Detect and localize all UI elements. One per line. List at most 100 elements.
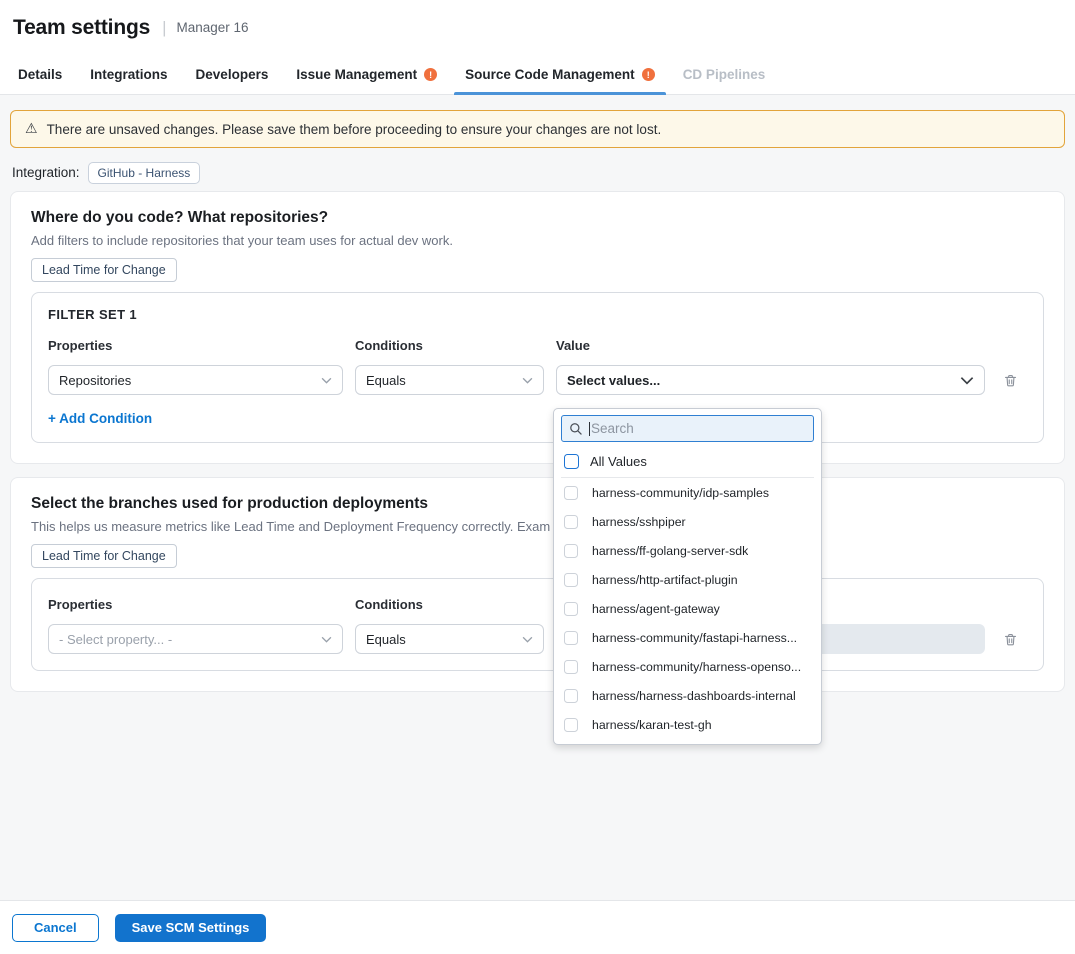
dropdown-option[interactable]: harness-community/harness-openso... [561, 652, 814, 681]
conditions-select-value: Equals [366, 373, 522, 388]
section-subtitle: Add filters to include repositories that… [31, 233, 1044, 248]
footer-bar: Cancel Save SCM Settings [0, 900, 1075, 954]
cancel-button[interactable]: Cancel [12, 914, 99, 942]
conditions-select-value: Equals [366, 632, 522, 647]
dropdown-option[interactable]: harness/agent-gateway [561, 594, 814, 623]
search-icon [569, 422, 583, 436]
banner-text: There are unsaved changes. Please save t… [47, 122, 662, 137]
integration-chip[interactable]: GitHub - Harness [88, 162, 201, 184]
save-scm-settings-button[interactable]: Save SCM Settings [115, 914, 267, 942]
search-input[interactable] [591, 421, 806, 436]
properties-column-label: Properties [48, 597, 343, 612]
dropdown-option[interactable]: harness/http-artifact-plugin [561, 565, 814, 594]
filter-set-box: Properties Conditions - Select property.… [31, 578, 1044, 671]
tab[interactable]: Issue Management ! [282, 55, 451, 94]
tab-label: Integrations [90, 67, 167, 82]
value-dropdown-panel: All Values harness-community/idp-samples… [553, 408, 822, 745]
dropdown-search-box[interactable] [561, 415, 814, 442]
option-checkbox[interactable] [564, 486, 578, 500]
dropdown-option-label: harness/harness-dashboards-internal [592, 689, 796, 703]
all-values-label: All Values [590, 454, 647, 469]
chevron-down-icon [321, 636, 332, 643]
select-all-option[interactable]: All Values [561, 446, 814, 478]
option-checkbox[interactable] [564, 515, 578, 529]
trash-icon [1003, 632, 1018, 647]
tab-label: Details [18, 67, 62, 82]
dropdown-option-label: harness/sshpiper [592, 515, 686, 529]
alert-badge-icon: ! [424, 68, 437, 81]
tab[interactable]: Source Code Management ! [451, 55, 669, 94]
tab[interactable]: Integrations [76, 55, 181, 94]
tab[interactable]: CD Pipelines [669, 55, 780, 94]
dropdown-option-label: harness/agent-gateway [592, 602, 720, 616]
lead-time-chip: Lead Time for Change [31, 258, 177, 282]
dropdown-option[interactable]: harness/... [561, 739, 814, 745]
filter-set-label: FILTER SET 1 [48, 307, 1027, 322]
properties-select[interactable]: - Select property... - [48, 624, 343, 654]
dropdown-option[interactable]: harness/sshpiper [561, 507, 814, 536]
all-values-checkbox[interactable] [564, 454, 579, 469]
unsaved-changes-banner: ⚠ There are unsaved changes. Please save… [10, 110, 1065, 148]
section-subtitle: This helps us measure metrics like Lead … [31, 519, 551, 534]
properties-select[interactable]: Repositories [48, 365, 343, 395]
integration-row: Integration: GitHub - Harness [12, 161, 1063, 184]
tab[interactable]: Developers [182, 55, 283, 94]
dropdown-option-label: harness/ff-golang-server-sdk [592, 544, 748, 558]
tab-label: CD Pipelines [683, 67, 766, 82]
conditions-select[interactable]: Equals [355, 624, 544, 654]
lead-time-chip: Lead Time for Change [31, 544, 177, 568]
text-caret [589, 422, 590, 436]
tab-label: Source Code Management [465, 67, 635, 82]
conditions-column-label: Conditions [355, 597, 544, 612]
option-checkbox[interactable] [564, 631, 578, 645]
chevron-down-icon [522, 377, 533, 384]
properties-select-placeholder: - Select property... - [59, 632, 321, 647]
option-checkbox[interactable] [564, 718, 578, 732]
dropdown-option-label: harness/karan-test-gh [592, 718, 712, 732]
properties-column-label: Properties [48, 338, 343, 353]
tab-bar: Details Integrations Developers Issue Ma… [0, 55, 1075, 95]
trash-icon [1003, 373, 1018, 388]
dropdown-options-list: harness-community/idp-samples harness/ss… [561, 478, 814, 745]
page-subtitle: Manager 16 [176, 20, 248, 35]
warning-icon: ⚠ [25, 121, 38, 137]
page-header: Team settings | Manager 16 [0, 0, 1075, 55]
dropdown-option-label: harness-community/fastapi-harness... [592, 631, 797, 645]
option-checkbox[interactable] [564, 602, 578, 616]
tab-label: Issue Management [296, 67, 417, 82]
dropdown-option[interactable]: harness/karan-test-gh [561, 710, 814, 739]
tab[interactable]: Details [4, 55, 76, 94]
dropdown-option-label: harness-community/idp-samples [592, 486, 769, 500]
option-checkbox[interactable] [564, 660, 578, 674]
section-title: Select the branches used for production … [31, 495, 1044, 513]
properties-select-value: Repositories [59, 373, 321, 388]
section-title: Where do you code? What repositories? [31, 209, 1044, 227]
dropdown-option[interactable]: harness-community/fastapi-harness... [561, 623, 814, 652]
conditions-column-label: Conditions [355, 338, 544, 353]
value-select-placeholder: Select values... [567, 373, 960, 388]
option-checkbox[interactable] [564, 573, 578, 587]
filter-set-box: FILTER SET 1 Properties Conditions Value… [31, 292, 1044, 443]
chevron-down-icon [321, 377, 332, 384]
title-separator: | [162, 18, 166, 38]
delete-filter-button[interactable] [997, 367, 1023, 393]
option-checkbox[interactable] [564, 689, 578, 703]
chevron-down-icon [960, 376, 974, 385]
conditions-select[interactable]: Equals [355, 365, 544, 395]
value-column-label: Value [556, 338, 985, 353]
add-condition-button[interactable]: + Add Condition [48, 411, 152, 426]
page-title: Team settings [13, 16, 150, 40]
dropdown-option[interactable]: harness/harness-dashboards-internal [561, 681, 814, 710]
dropdown-option-label: harness/http-artifact-plugin [592, 573, 738, 587]
option-checkbox[interactable] [564, 544, 578, 558]
repositories-section-card: Where do you code? What repositories? Ad… [10, 191, 1065, 464]
delete-filter-button[interactable] [997, 626, 1023, 652]
integration-label: Integration: [12, 165, 80, 180]
dropdown-option[interactable]: harness/ff-golang-server-sdk [561, 536, 814, 565]
value-multiselect[interactable]: Select values... [556, 365, 985, 395]
dropdown-option-label: harness-community/harness-openso... [592, 660, 801, 674]
tab-label: Developers [196, 67, 269, 82]
chevron-down-icon [522, 636, 533, 643]
branches-section-card: Select the branches used for production … [10, 477, 1065, 692]
dropdown-option[interactable]: harness-community/idp-samples [561, 478, 814, 507]
